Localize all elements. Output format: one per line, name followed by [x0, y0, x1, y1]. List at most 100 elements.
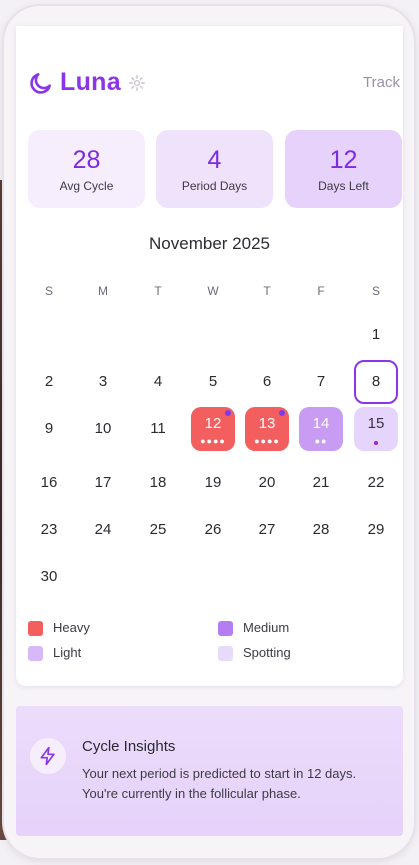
- day-number: 23: [40, 521, 58, 538]
- legend-swatch: [28, 621, 43, 636]
- day-number: 5: [208, 373, 218, 390]
- calendar-day-7[interactable]: 7: [299, 360, 343, 404]
- legend-spotting: Spotting: [218, 645, 368, 663]
- insights-body: Your next period is predicted to start i…: [82, 766, 357, 801]
- stat-label: Avg Cycle: [59, 179, 114, 193]
- calendar-day-10[interactable]: 10: [81, 407, 125, 451]
- day-number: 10: [94, 420, 112, 437]
- day-number: 16: [40, 474, 58, 491]
- weekday-label: S: [371, 284, 380, 298]
- day-number: 11: [150, 420, 166, 437]
- weekday-label: T: [154, 284, 162, 298]
- legend-light: Light: [28, 645, 178, 663]
- day-number: 3: [98, 373, 108, 390]
- day-number: 20: [258, 474, 276, 491]
- stat-value: 4: [207, 146, 222, 174]
- calendar-day-19[interactable]: 19: [191, 461, 235, 505]
- calendar-day-6[interactable]: 6: [245, 360, 289, 404]
- calendar-day-24[interactable]: 24: [81, 508, 125, 552]
- log-indicator-dot: [225, 410, 231, 416]
- legend-swatch: [28, 646, 43, 661]
- calendar-day-16[interactable]: 16: [27, 461, 71, 505]
- calendar-day-9[interactable]: 9: [27, 407, 71, 451]
- log-indicator-dot: [279, 410, 285, 416]
- calendar-day-22[interactable]: 22: [354, 461, 398, 505]
- legend-label: Medium: [243, 620, 290, 635]
- day-number: 26: [204, 521, 222, 538]
- calendar-day-15[interactable]: 15: [354, 407, 398, 451]
- legend-label: Spotting: [243, 645, 291, 660]
- day-number: 22: [367, 474, 385, 491]
- month-label: November 2025: [149, 234, 270, 253]
- calendar-day-21[interactable]: 21: [299, 461, 343, 505]
- calendar-day-30[interactable]: 30: [27, 555, 71, 599]
- day-number: 14: [312, 415, 330, 432]
- weekday-label: W: [207, 284, 219, 298]
- legend-heavy: Heavy: [28, 620, 178, 638]
- day-number: 7: [316, 373, 326, 390]
- track-link[interactable]: Track: [363, 74, 400, 91]
- insights-title: Cycle Insights: [82, 738, 176, 755]
- moon-icon: [30, 73, 51, 94]
- calendar-day-23[interactable]: 23: [27, 508, 71, 552]
- calendar-day-14[interactable]: 14 ●●: [299, 407, 343, 451]
- weekday-label: T: [263, 284, 271, 298]
- stat-label: Days Left: [318, 179, 369, 193]
- insights-icon-container: [30, 738, 66, 774]
- legend-label: Light: [53, 645, 82, 660]
- legend-label: Heavy: [53, 620, 90, 635]
- day-number: 9: [44, 420, 54, 437]
- calendar-day-26[interactable]: 26: [191, 508, 235, 552]
- cycle-insights-card[interactable]: Cycle Insights Your next period is predi…: [16, 706, 403, 836]
- day-number: 8: [371, 373, 381, 390]
- calendar-day-3[interactable]: 3: [81, 360, 125, 404]
- day-number: 21: [312, 474, 330, 491]
- calendar-day-8[interactable]: 8: [354, 360, 398, 404]
- weekday-label: F: [317, 284, 325, 298]
- legend-swatch: [218, 646, 233, 661]
- gear-icon[interactable]: [128, 74, 146, 92]
- day-number: 27: [258, 521, 276, 538]
- weekday-label: S: [44, 284, 53, 298]
- calendar-day-4[interactable]: 4: [136, 360, 180, 404]
- day-number: 28: [312, 521, 330, 538]
- stat-period-days: 4 Period Days: [156, 130, 273, 208]
- day-number: 15: [367, 415, 385, 432]
- day-number: 13: [258, 415, 276, 432]
- app-title: Luna: [60, 68, 121, 96]
- flow-dots: ●●●●: [200, 436, 226, 446]
- calendar-day-1[interactable]: 1: [354, 313, 398, 357]
- main-card: Luna Track 28 Avg Cycle 4 Period Days 12…: [16, 26, 403, 686]
- calendar-day-20[interactable]: 20: [245, 461, 289, 505]
- app-header: Luna Track: [28, 66, 400, 102]
- day-number: 17: [94, 474, 112, 491]
- day-number: 29: [367, 521, 385, 538]
- calendar-day-28[interactable]: 28: [299, 508, 343, 552]
- stat-label: Period Days: [181, 179, 248, 193]
- day-number: 4: [153, 373, 163, 390]
- calendar-day-12[interactable]: 12 ●●●●: [191, 407, 235, 451]
- weekday-label: M: [98, 284, 108, 298]
- calendar-day-2[interactable]: 2: [27, 360, 71, 404]
- day-number: 30: [40, 568, 58, 585]
- stat-value: 28: [72, 146, 101, 174]
- legend-swatch: [218, 621, 233, 636]
- flow-dots: ●●: [314, 436, 328, 446]
- day-number: 25: [149, 521, 167, 538]
- day-number: 12: [204, 415, 222, 432]
- calendar-day-11[interactable]: 11: [136, 407, 180, 451]
- calendar-day-27[interactable]: 27: [245, 508, 289, 552]
- calendar-day-29[interactable]: 29: [354, 508, 398, 552]
- calendar-day-5[interactable]: 5: [191, 360, 235, 404]
- day-number: 2: [44, 373, 54, 390]
- calendar-day-17[interactable]: 17: [81, 461, 125, 505]
- flow-dots: ●●●●: [254, 436, 280, 446]
- legend-medium: Medium: [218, 620, 368, 638]
- phone-frame: Luna Track 28 Avg Cycle 4 Period Days 12…: [4, 6, 414, 858]
- calendar-day-18[interactable]: 18: [136, 461, 180, 505]
- day-number: 1: [371, 326, 381, 343]
- stat-value: 12: [329, 146, 358, 174]
- day-number: 18: [149, 474, 167, 491]
- calendar-day-13[interactable]: 13 ●●●●: [245, 407, 289, 451]
- calendar-day-25[interactable]: 25: [136, 508, 180, 552]
